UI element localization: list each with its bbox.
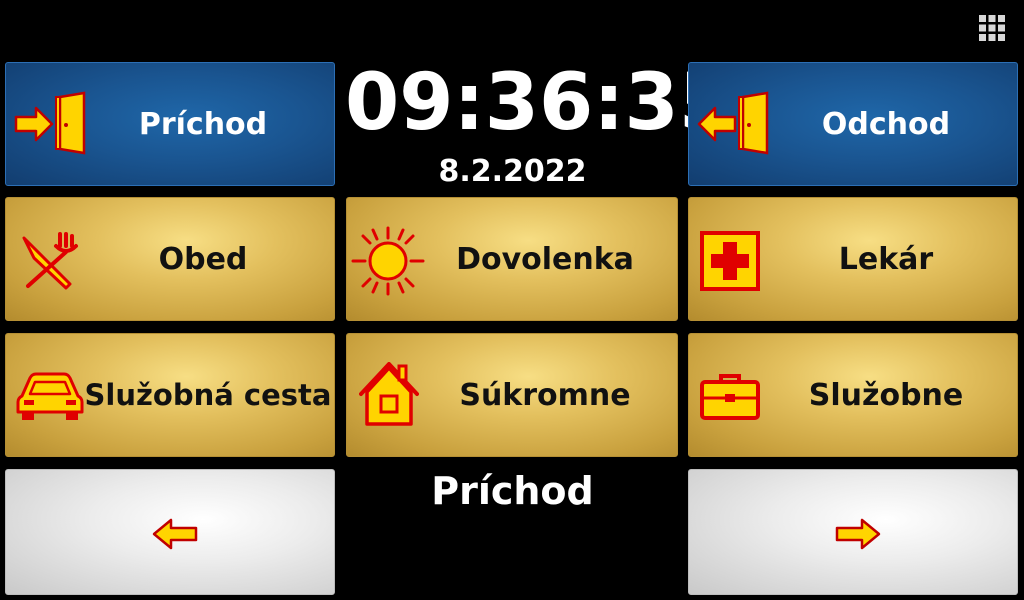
arrival-label: Príchod bbox=[138, 106, 268, 142]
arrow-left-icon bbox=[152, 518, 198, 550]
official-label: Služobne bbox=[808, 377, 964, 413]
doctor-label: Lekár bbox=[838, 241, 934, 277]
briefcase-icon bbox=[699, 372, 761, 422]
grid-icon bbox=[979, 15, 1005, 41]
status-text: Príchod bbox=[431, 469, 594, 513]
departure-button[interactable]: Odchod bbox=[688, 62, 1018, 186]
medical-cross-icon bbox=[699, 230, 761, 292]
doctor-button[interactable]: Lekár bbox=[688, 197, 1018, 321]
attendance-terminal: Príchod 09:36:35 8.2.2022 Odchod Obed Do… bbox=[0, 0, 1024, 600]
business-trip-button[interactable]: Služobná cesta bbox=[5, 333, 335, 457]
business-trip-label: Služobná cesta bbox=[84, 378, 332, 412]
clock-time: 09:36:35 bbox=[345, 58, 734, 148]
fork-knife-icon bbox=[16, 228, 82, 294]
house-icon bbox=[359, 362, 419, 428]
departure-label: Odchod bbox=[821, 106, 951, 142]
car-icon bbox=[16, 370, 84, 422]
grid-menu-button[interactable] bbox=[976, 12, 1008, 44]
sun-icon bbox=[351, 226, 425, 296]
arrival-button[interactable]: Príchod bbox=[5, 62, 335, 186]
clock-date: 8.2.2022 bbox=[438, 154, 587, 189]
lunch-label: Obed bbox=[158, 241, 248, 277]
official-button[interactable]: Služobne bbox=[688, 333, 1018, 457]
lunch-button[interactable]: Obed bbox=[5, 197, 335, 321]
next-button[interactable] bbox=[688, 469, 1018, 595]
private-button[interactable]: Súkromne bbox=[346, 333, 678, 457]
vacation-button[interactable]: Dovolenka bbox=[346, 197, 678, 321]
private-label: Súkromne bbox=[459, 377, 631, 413]
prev-button[interactable] bbox=[5, 469, 335, 595]
arrow-right-icon bbox=[835, 518, 881, 550]
vacation-label: Dovolenka bbox=[456, 241, 634, 277]
